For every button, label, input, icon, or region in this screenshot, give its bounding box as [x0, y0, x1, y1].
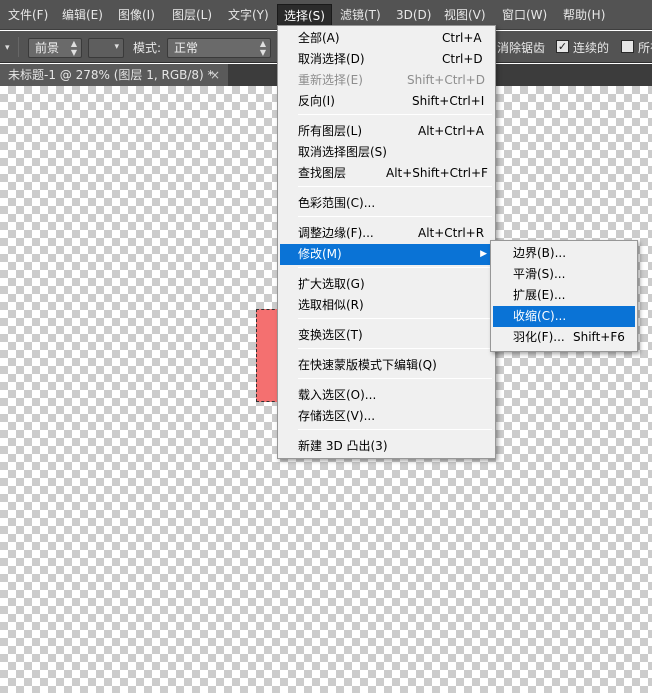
menu-item-shortcut: Shift+Ctrl+I [412, 94, 485, 108]
contiguous-checkbox[interactable]: ✓ [556, 40, 569, 53]
menu-item-label: 查找图层 [298, 166, 347, 180]
menu-item-label: 羽化(F)... [513, 330, 565, 344]
blend-mode-select[interactable]: 正常 ▲ ▼ [167, 38, 271, 58]
menu-separator [298, 114, 492, 115]
menu-item-label: 修改(M) [298, 247, 342, 261]
menu-separator [298, 216, 492, 217]
menu-separator [298, 318, 492, 319]
menu-type[interactable]: 文字(Y) [222, 4, 275, 26]
menu-item-label: 平滑(S)... [513, 267, 566, 281]
select-arrows-icon: ▲ ▼ [70, 39, 77, 57]
contiguous-label: 连续的 [573, 41, 610, 55]
menu-item-label: 收缩(C)... [513, 309, 567, 323]
menu-item-all-layers[interactable]: 所有图层(L) Alt+Ctrl+A [280, 121, 493, 142]
all-layers-checkbox[interactable] [621, 40, 634, 53]
menu-item-label: 存储选区(V)... [298, 409, 376, 423]
submenu-arrow-icon: ▶ [480, 249, 487, 259]
menu-item-shortcut: Ctrl+D [442, 52, 483, 66]
menu-file[interactable]: 文件(F) [2, 4, 54, 26]
menu-item-label: 新建 3D 凸出(3) [298, 439, 388, 453]
menu-item-grow[interactable]: 扩大选取(G) [280, 274, 493, 295]
menu-item-label: 选取相似(R) [298, 298, 364, 312]
submenu-item-border[interactable]: 边界(B)... [493, 243, 635, 264]
menu-image[interactable]: 图像(I) [112, 4, 161, 26]
submenu-item-feather[interactable]: 羽化(F)... Shift+F6 [493, 327, 635, 348]
menu-item-label: 全部(A) [298, 31, 340, 45]
select-menu-dropdown: 全部(A) Ctrl+A 取消选择(D) Ctrl+D 重新选择(E) Shif… [277, 25, 496, 459]
menu-select[interactable]: 选择(S) [277, 4, 332, 26]
all-layers-label: 所有 [638, 41, 652, 55]
menu-item-label: 重新选择(E) [298, 73, 363, 87]
menu-item-label: 边界(B)... [513, 246, 567, 260]
menu-item-shortcut: Shift+F6 [573, 330, 625, 344]
pattern-picker[interactable]: ▾ [88, 38, 124, 58]
menu-item-inverse[interactable]: 反向(I) Shift+Ctrl+I [280, 91, 493, 112]
fill-source-value: 前景 [35, 41, 60, 55]
menu-separator [298, 429, 492, 430]
menu-item-transform-selection[interactable]: 变换选区(T) [280, 325, 493, 346]
menu-item-deselect[interactable]: 取消选择(D) Ctrl+D [280, 49, 493, 70]
submenu-item-smooth[interactable]: 平滑(S)... [493, 264, 635, 285]
menu-item-select-all[interactable]: 全部(A) Ctrl+A [280, 28, 493, 49]
document-tab[interactable]: 未标题-1 @ 278% (图层 1, RGB/8) * × [0, 64, 228, 86]
menu-item-shortcut: Alt+Ctrl+R [418, 226, 485, 240]
menu-separator [298, 348, 492, 349]
menu-item-label: 扩大选取(G) [298, 277, 365, 291]
blend-mode-value: 正常 [174, 41, 199, 55]
options-separator [18, 37, 19, 57]
menu-item-label: 取消选择图层(S) [298, 145, 387, 159]
menu-item-find-layers[interactable]: 查找图层 Alt+Shift+Ctrl+F [280, 163, 493, 184]
tool-preset-caret-icon[interactable]: ▾ [5, 38, 10, 58]
menu-item-similar[interactable]: 选取相似(R) [280, 295, 493, 316]
menu-item-label: 载入选区(O)... [298, 388, 377, 402]
menu-window[interactable]: 窗口(W) [496, 4, 553, 26]
menu-item-save-selection[interactable]: 存储选区(V)... [280, 406, 493, 427]
menu-item-color-range[interactable]: 色彩范围(C)... [280, 193, 493, 214]
submenu-item-expand[interactable]: 扩展(E)... [493, 285, 635, 306]
menu-item-modify[interactable]: 修改(M) ▶ [280, 244, 493, 265]
document-tab-title: 未标题-1 @ 278% (图层 1, RGB/8) * [8, 68, 214, 82]
menu-item-shortcut: Alt+Shift+Ctrl+F [386, 166, 488, 180]
mode-label: 模式: [133, 41, 162, 55]
modify-submenu: 边界(B)... 平滑(S)... 扩展(E)... 收缩(C)... 羽化(F… [490, 240, 638, 352]
fill-source-select[interactable]: 前景 ▲ ▼ [28, 38, 82, 58]
menu-item-label: 变换选区(T) [298, 328, 363, 342]
select-arrows-icon: ▲ ▼ [259, 39, 266, 57]
menu-item-shortcut: Shift+Ctrl+D [407, 73, 485, 87]
menu-item-shortcut: Alt+Ctrl+A [418, 124, 484, 138]
menu-edit[interactable]: 编辑(E) [56, 4, 109, 26]
menu-help[interactable]: 帮助(H) [557, 4, 611, 26]
menu-item-label: 色彩范围(C)... [298, 196, 376, 210]
menu-item-label: 取消选择(D) [298, 52, 365, 66]
menu-item-label: 在快速蒙版模式下编辑(Q) [298, 358, 437, 372]
pattern-caret-icon: ▾ [114, 42, 119, 52]
menu-3d[interactable]: 3D(D) [390, 4, 437, 26]
menu-separator [298, 186, 492, 187]
menu-item-refine-edge[interactable]: 调整边缘(F)... Alt+Ctrl+R [280, 223, 493, 244]
menu-view[interactable]: 视图(V) [438, 4, 492, 26]
antialias-label: 消除锯齿 [497, 41, 546, 55]
menu-separator [298, 378, 492, 379]
menu-filter[interactable]: 滤镜(T) [334, 4, 387, 26]
menu-layer[interactable]: 图层(L) [166, 4, 218, 26]
menu-item-label: 调整边缘(F)... [298, 226, 374, 240]
close-icon[interactable]: × [210, 64, 220, 86]
menu-item-load-selection[interactable]: 载入选区(O)... [280, 385, 493, 406]
submenu-item-contract[interactable]: 收缩(C)... [493, 306, 635, 327]
menu-item-shortcut: Ctrl+A [442, 31, 482, 45]
menu-item-label: 所有图层(L) [298, 124, 363, 138]
menu-item-quick-mask[interactable]: 在快速蒙版模式下编辑(Q) [280, 355, 493, 376]
menu-item-label: 反向(I) [298, 94, 335, 108]
menu-item-reselect: 重新选择(E) Shift+Ctrl+D [280, 70, 493, 91]
menu-item-label: 扩展(E)... [513, 288, 566, 302]
menu-separator [298, 267, 492, 268]
menu-item-deselect-layers[interactable]: 取消选择图层(S) [280, 142, 493, 163]
menu-item-new-3d-extrusion[interactable]: 新建 3D 凸出(3) [280, 436, 493, 457]
